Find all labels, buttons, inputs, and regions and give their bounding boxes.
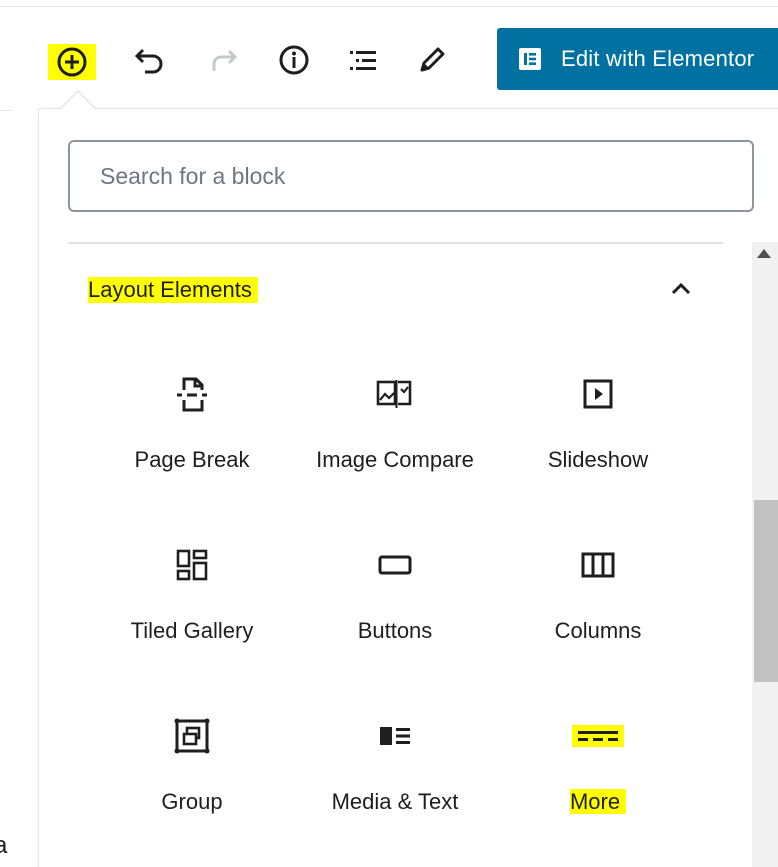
scroll-up-arrow-icon[interactable] [757, 249, 771, 258]
elementor-logo-icon [519, 48, 541, 70]
columns-icon [581, 552, 615, 578]
edit-with-elementor-label: Edit with Elementor [561, 46, 755, 71]
block-media-text[interactable]: Media & Text [295, 716, 495, 856]
block-page-break[interactable]: Page Break [92, 374, 292, 514]
block-label: Tiled Gallery [130, 618, 254, 643]
block-label: Page Break [134, 447, 250, 472]
info-icon [279, 45, 309, 75]
section-divider [68, 242, 723, 244]
undo-button[interactable] [128, 38, 172, 82]
block-label: Group [161, 789, 223, 814]
info-button[interactable] [272, 38, 316, 82]
block-inserter-screen: Edit with Elementor a Layout Elements Pa [0, 0, 778, 867]
redo-button[interactable] [200, 38, 244, 82]
list-outline-icon [350, 51, 376, 70]
popover-arrow-fill [61, 92, 95, 109]
add-block-button[interactable] [48, 44, 96, 80]
block-group[interactable]: Group [92, 716, 292, 856]
block-label: Columns [554, 618, 642, 643]
chevron-up-icon [671, 282, 691, 295]
section-title-layout-elements[interactable]: Layout Elements [88, 277, 258, 303]
block-label: Image Compare [316, 447, 474, 472]
block-navigation-button[interactable] [342, 38, 386, 82]
group-icon [174, 718, 210, 754]
cut-off-text: a [0, 832, 8, 859]
image-compare-icon [376, 380, 412, 408]
collapse-section-button[interactable] [666, 276, 696, 302]
block-label: Buttons [357, 618, 433, 643]
media-text-icon [380, 727, 410, 745]
pencil-icon [420, 47, 445, 72]
slideshow-icon [583, 379, 613, 409]
edit-with-elementor-button[interactable]: Edit with Elementor [497, 28, 778, 90]
block-label: More [498, 789, 698, 815]
undo-icon [134, 48, 163, 74]
buttons-icon [378, 555, 412, 575]
block-label-more: More [569, 789, 627, 814]
block-more[interactable]: More [498, 716, 698, 856]
redo-icon [212, 49, 238, 71]
editor-divider [0, 110, 12, 111]
block-image-compare[interactable]: Image Compare [295, 374, 495, 514]
block-tiled-gallery[interactable]: Tiled Gallery [92, 545, 292, 685]
edit-tools-button[interactable] [410, 38, 454, 82]
plus-circle-icon [57, 47, 87, 77]
top-divider [0, 6, 778, 7]
block-slideshow[interactable]: Slideshow [498, 374, 698, 514]
block-label: Media & Text [331, 789, 459, 814]
editor-toolbar: Edit with Elementor [0, 28, 778, 96]
more-icon [572, 725, 624, 747]
block-buttons[interactable]: Buttons [295, 545, 495, 685]
page-break-icon [177, 377, 207, 412]
scrollbar-thumb[interactable] [754, 500, 778, 682]
block-search-input[interactable] [68, 140, 754, 212]
block-label: Slideshow [547, 447, 649, 472]
tiled-gallery-icon [176, 549, 208, 581]
block-columns[interactable]: Columns [498, 545, 698, 685]
